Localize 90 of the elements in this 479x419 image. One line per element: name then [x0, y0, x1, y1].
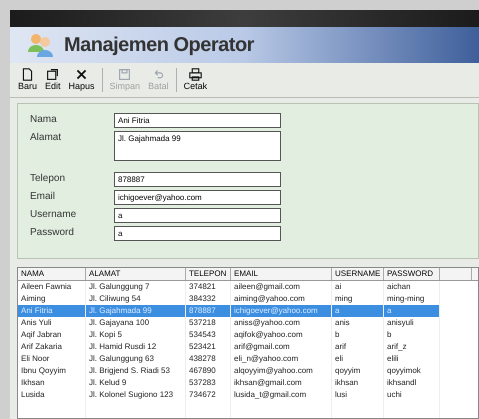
table-cell: anisyuli [384, 317, 440, 329]
table-cell: 537218 [186, 317, 231, 329]
table-row[interactable]: Anis Yuli Jl. Gajayana 100 537218 aniss@yahoo.com anis anisyuli [18, 317, 440, 329]
table-cell: 537283 [186, 377, 231, 389]
table-row[interactable]: Aileen Fawnia Jl. Galunggung 7 374821 aileen@gmail.com ai aichan [18, 281, 440, 293]
table-cell: aileen@gmail.com [231, 281, 332, 293]
table-cell: uchi [384, 389, 440, 401]
table-cell: 523421 [186, 341, 231, 353]
table-cell: aichan [384, 281, 440, 293]
table-cell: Jl. Kopi 5 [86, 329, 186, 341]
field-label: Telepon [30, 172, 66, 186]
toolbar-button[interactable]: Edit [41, 68, 65, 92]
table-cell: 438278 [186, 353, 231, 365]
table-cell: ikhsan [332, 377, 384, 389]
table-cell: Ibnu Qoyyim [18, 365, 86, 377]
printer-icon [188, 68, 202, 81]
table-cell: a [384, 305, 440, 317]
toolbar-button[interactable]: Cetak [180, 68, 212, 92]
table-cell: Jl. Galunggung 7 [86, 281, 186, 293]
field-label: Password [30, 226, 75, 240]
close-icon [75, 68, 88, 81]
column-header[interactable]: NAMA [18, 268, 86, 280]
table-cell: lusida_t@gmail.com [231, 389, 332, 401]
table-cell: 374821 [186, 281, 231, 293]
table-cell: anis [332, 317, 384, 329]
column-header[interactable]: USERNAME [332, 268, 384, 280]
table-row[interactable]: Lusida Jl. Kolonel Sugiono 123 734672 lusida_t@gmail.com lusi uchi [18, 389, 440, 401]
input-field[interactable]: a [114, 208, 281, 223]
table-row[interactable]: Aqif Jabran Jl. Kopi 5 534543 aqifok@yahoo.com b b [18, 329, 440, 341]
table-cell: Aqif Jabran [18, 329, 86, 341]
input-field[interactable]: a [114, 226, 281, 241]
table-cell: 534543 [186, 329, 231, 341]
table-cell: ikhsan@gmail.com [231, 377, 332, 389]
table-cell: Jl. Gajahmada 99 [86, 305, 186, 317]
input-field[interactable]: 878887 [114, 172, 281, 187]
table-cell: 467890 [186, 365, 231, 377]
table-cell: Eli Noor [18, 353, 86, 365]
document-icon [21, 68, 34, 81]
table-cell: b [384, 329, 440, 341]
table-cell: Jl. Brigjend S. Riadi 53 [86, 365, 186, 377]
table-cell: Anis Yuli [18, 317, 86, 329]
table-row[interactable]: Ibnu Qoyyim Jl. Brigjend S. Riadi 53 467890 alqoyyim@yahoo.com qoyyim qoyyimok [18, 365, 440, 377]
field-label: Username [30, 208, 78, 222]
input-field[interactable]: Ani Fitria [114, 113, 281, 128]
users-icon [26, 32, 56, 58]
table-row[interactable]: Eli Noor Jl. Galunggung 63 438278 eli_n@yahoo.com eli elili [18, 353, 440, 365]
table-cell: elili [384, 353, 440, 365]
table-cell: aqifok@yahoo.com [231, 329, 332, 341]
table-cell: ichigoever@yahoo.com [231, 305, 332, 317]
table-cell: 734672 [186, 389, 231, 401]
toolbar-button[interactable]: Baru [14, 68, 42, 92]
table-cell: Jl. Hamid Rusdi 12 [86, 341, 186, 353]
field-label: Alamat [30, 131, 62, 145]
table-cell: Ikhsan [18, 377, 86, 389]
table-cell: Lusida [18, 389, 86, 401]
table-cell: Ani Fitria [18, 305, 86, 317]
toolbar-button[interactable]: Hapus [64, 68, 99, 92]
table-cell: a [332, 305, 384, 317]
column-header[interactable]: PASSWORD [384, 268, 440, 280]
table-cell: Jl. Galunggung 63 [86, 353, 186, 365]
table-cell: arif_z [384, 341, 440, 353]
table-cell: alqoyyim@yahoo.com [231, 365, 332, 377]
field-label: Nama [30, 113, 58, 127]
input-field[interactable]: ichigoever@yahoo.com [114, 190, 281, 205]
table-cell: qoyyim [332, 365, 384, 377]
table-cell: arif@gmail.com [231, 341, 332, 353]
table-cell: ikhsandl [384, 377, 440, 389]
field-label: Email [30, 190, 56, 204]
table-cell: Jl. Kelud 9 [86, 377, 186, 389]
input-field[interactable]: Jl. Gajahmada 99 [114, 131, 281, 161]
table-cell: 878887 [186, 305, 231, 317]
table-cell: aniss@yahoo.com [231, 317, 332, 329]
edit-form-icon [46, 68, 60, 81]
table-cell: lusi [332, 389, 384, 401]
table-cell: Arif Zakaria [18, 341, 86, 353]
table-cell: eli [332, 353, 384, 365]
table-row[interactable]: Arif Zakaria Jl. Hamid Rusdi 12 523421 arif@gmail.com arif arif_z [18, 341, 440, 353]
table-cell: eli_n@yahoo.com [231, 353, 332, 365]
table-cell: Jl. Gajayana 100 [86, 317, 186, 329]
column-header[interactable]: EMAIL [231, 268, 332, 280]
table-cell: b [332, 329, 384, 341]
table-cell: qoyyimok [384, 365, 440, 377]
table-cell: ai [332, 281, 384, 293]
table-cell: Jl. Kolonel Sugiono 123 [86, 389, 186, 401]
window-title: Manajemen Operator [64, 33, 254, 58]
column-header[interactable]: ALAMAT [86, 268, 186, 280]
table-row[interactable]: Ikhsan Jl. Kelud 9 537283 ikhsan@gmail.com ikhsan ikhsandl [18, 377, 440, 389]
table-cell: Aileen Fawnia [18, 281, 86, 293]
column-header[interactable]: TELEPON [186, 268, 231, 280]
table-cell: arif [332, 341, 384, 353]
